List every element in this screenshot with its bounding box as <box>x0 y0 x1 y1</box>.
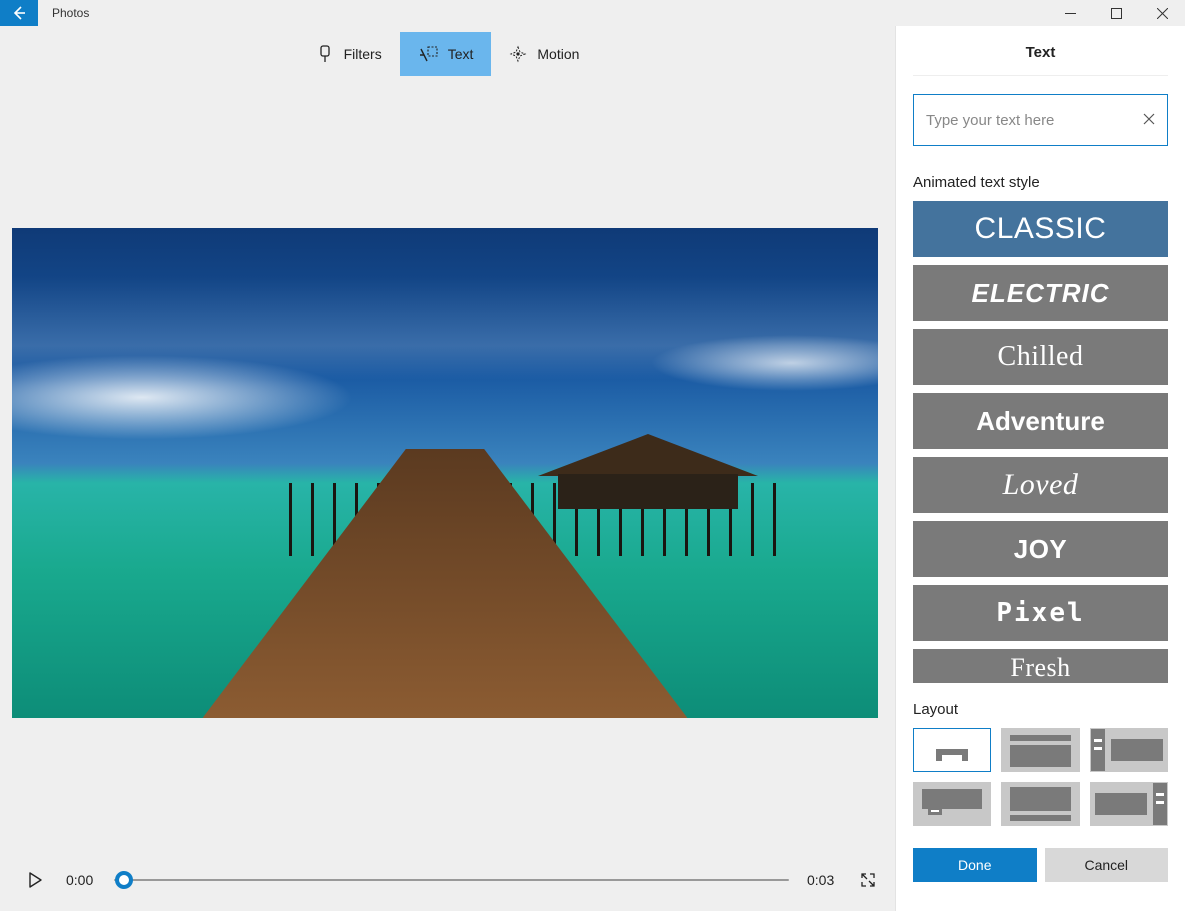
play-button[interactable] <box>22 867 48 893</box>
current-time: 0:00 <box>66 872 96 888</box>
layout-section: Layout <box>913 701 1168 826</box>
maximize-button[interactable] <box>1093 0 1139 26</box>
filters-tab[interactable]: Filters <box>298 32 400 76</box>
seek-line <box>114 879 789 881</box>
layout-option-3[interactable] <box>1090 728 1168 772</box>
minimize-button[interactable] <box>1047 0 1093 26</box>
text-styles-list: CLASSIC ELECTRIC Chilled Adventure Loved… <box>913 201 1168 683</box>
sidebar: Text Animated text style CLASSIC ELECTRI… <box>895 26 1185 911</box>
motion-label: Motion <box>537 46 579 62</box>
layout-grid <box>913 728 1168 826</box>
app-title: Photos <box>52 6 89 20</box>
play-icon <box>28 872 42 888</box>
duration-time: 0:03 <box>807 872 837 888</box>
sidebar-title: Text <box>913 44 1168 76</box>
clear-text-button[interactable] <box>1143 112 1155 128</box>
motion-tab[interactable]: Motion <box>491 32 597 76</box>
back-button[interactable] <box>0 0 38 26</box>
fullscreen-icon <box>860 872 876 888</box>
style-pixel[interactable]: Pixel <box>913 585 1168 641</box>
text-label: Text <box>448 46 474 62</box>
layout-section-label: Layout <box>913 701 1168 718</box>
main-panel: Filters Text Motion 0 <box>0 26 895 911</box>
arrow-left-icon <box>11 5 27 21</box>
done-button[interactable]: Done <box>913 848 1037 882</box>
layout-option-4[interactable] <box>913 782 991 826</box>
filters-icon <box>316 45 334 63</box>
style-joy[interactable]: JOY <box>913 521 1168 577</box>
clear-icon <box>1143 113 1155 125</box>
text-tab[interactable]: Text <box>400 32 492 76</box>
seek-track[interactable] <box>114 871 789 889</box>
style-classic[interactable]: CLASSIC <box>913 201 1168 257</box>
style-section-label: Animated text style <box>913 174 1168 191</box>
motion-icon <box>509 45 527 63</box>
fullscreen-button[interactable] <box>855 867 881 893</box>
cancel-button[interactable]: Cancel <box>1045 848 1169 882</box>
close-button[interactable] <box>1139 0 1185 26</box>
layout-option-5[interactable] <box>1001 782 1079 826</box>
layout-option-6[interactable] <box>1090 782 1168 826</box>
style-electric[interactable]: ELECTRIC <box>913 265 1168 321</box>
window-controls <box>1047 0 1185 26</box>
video-preview[interactable] <box>12 228 878 718</box>
maximize-icon <box>1111 8 1122 19</box>
sidebar-footer: Done Cancel <box>913 848 1168 882</box>
style-chilled[interactable]: Chilled <box>913 329 1168 385</box>
layout-option-2[interactable] <box>1001 728 1079 772</box>
preview-area <box>0 94 895 849</box>
editor-toolbar: Filters Text Motion <box>0 26 895 94</box>
text-icon <box>418 45 438 63</box>
style-fresh[interactable]: Fresh <box>913 649 1168 683</box>
titlebar: Photos <box>0 0 1185 26</box>
minimize-icon <box>1065 8 1076 19</box>
seek-thumb[interactable] <box>115 871 133 889</box>
layout-option-1[interactable] <box>913 728 991 772</box>
playback-bar: 0:00 0:03 <box>0 849 895 911</box>
close-icon <box>1157 8 1168 19</box>
text-input-wrap <box>913 94 1168 146</box>
style-adventure[interactable]: Adventure <box>913 393 1168 449</box>
text-input[interactable] <box>926 112 1143 129</box>
filters-label: Filters <box>344 46 382 62</box>
style-loved[interactable]: Loved <box>913 457 1168 513</box>
